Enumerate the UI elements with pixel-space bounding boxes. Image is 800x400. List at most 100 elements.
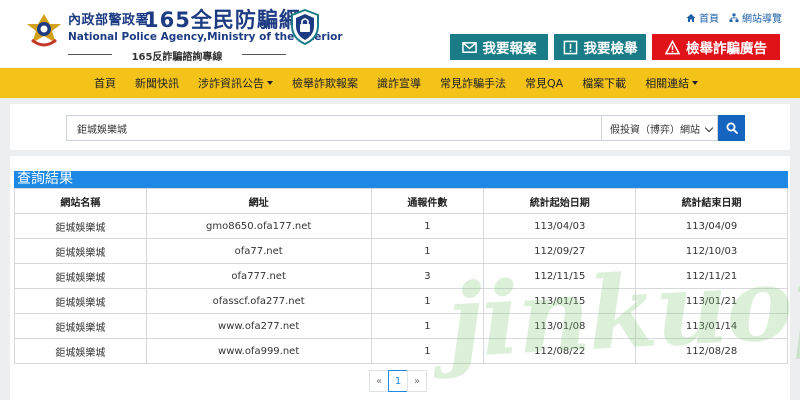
sitemap-link-label: 網站導覽 [742, 14, 782, 25]
nav-item-awareness[interactable]: 識詐宣導 [377, 75, 421, 91]
main-nav: 首頁 新聞快訊 涉詐資訊公告 檢舉詐欺報案 識詐宣導 常見詐騙手法 常見QA 檔… [0, 68, 800, 98]
table-header-row: 網站名稱 網址 通報件數 統計起始日期 統計結束日期 [14, 188, 788, 214]
pagination-page-current[interactable]: 1 [388, 370, 408, 392]
pagination-next[interactable]: » [407, 370, 427, 392]
cell-site-name: 鉅城娛樂城 [14, 313, 147, 339]
cell-site-name: 鉅城娛樂城 [14, 338, 147, 364]
nav-item-label: 識詐宣導 [377, 77, 421, 90]
sitemap-icon [729, 13, 739, 22]
results-table: 網站名稱 網址 通報件數 統計起始日期 統計結束日期 鉅城娛樂城 gmo8650… [14, 188, 788, 364]
nav-item-label: 首頁 [94, 77, 116, 90]
warning-triangle-icon [665, 39, 680, 54]
nav-item-report-fraud[interactable]: 檢舉詐欺報案 [292, 75, 358, 91]
cell-end-date: 112/11/21 [635, 263, 788, 289]
cell-report-count: 1 [370, 238, 485, 264]
cell-start-date: 112/08/22 [483, 338, 637, 364]
nav-item-label: 相關連結 [645, 77, 690, 90]
cell-report-count: 1 [370, 213, 485, 239]
home-icon [686, 13, 696, 22]
nav-item-news[interactable]: 新聞快訊 [135, 75, 179, 91]
cell-report-count: 1 [370, 313, 485, 339]
cell-end-date: 113/04/09 [635, 213, 788, 239]
divider [242, 54, 286, 55]
nav-item-home[interactable]: 首頁 [94, 75, 116, 91]
results-panel: 查詢結果 網站名稱 網址 通報件數 統計起始日期 統計結束日期 鉅城娛樂城 gm… [10, 156, 790, 400]
cell-url: www.ofa999.net [145, 338, 372, 364]
utility-links: 首頁 網站導覽 [686, 10, 782, 25]
column-header-report-count: 通報件數 [370, 188, 485, 214]
report-tip-label: 我要檢舉 [583, 41, 638, 57]
agency-name: 內政部警政署 [68, 13, 150, 28]
envelope-icon [461, 41, 477, 53]
column-header-site-name: 網站名稱 [14, 188, 147, 214]
report-fraud-ad-label: 檢舉詐騙廣告 [686, 41, 767, 57]
chevron-down-icon [704, 123, 714, 133]
hotline-text: 165反詐騙諮詢專線 [131, 52, 223, 63]
home-link-label: 首頁 [699, 14, 719, 25]
nav-item-label: 新聞快訊 [135, 77, 179, 90]
report-case-button[interactable]: 我要報案 [450, 34, 548, 60]
table-row: 鉅城娛樂城 ofa77.net 1 112/09/27 112/10/03 [14, 238, 788, 264]
nav-item-label: 涉詐資訊公告 [198, 77, 264, 90]
nav-item-downloads[interactable]: 檔案下載 [582, 75, 626, 91]
table-row: 鉅城娛樂城 www.ofa999.net 1 112/08/22 112/08/… [14, 338, 788, 364]
exclamation-square-icon [563, 40, 577, 54]
report-case-label: 我要報案 [482, 41, 537, 57]
search-icon [726, 122, 738, 134]
pagination: « 1 » [369, 370, 427, 392]
cell-report-count: 1 [370, 338, 485, 364]
cell-url: ofa77.net [145, 238, 372, 264]
site-name[interactable]: 165全民防騙網 [144, 4, 301, 34]
table-row: 鉅城娛樂城 www.ofa277.net 1 113/01/08 113/01/… [14, 313, 788, 339]
cell-end-date: 112/10/03 [635, 238, 788, 264]
report-tip-button[interactable]: 我要檢舉 [554, 34, 646, 60]
site-header: 內政部警政署 165全民防騙網 National Police Agency,M… [0, 0, 800, 68]
cell-start-date: 112/11/15 [483, 263, 637, 289]
column-header-url: 網址 [145, 188, 372, 214]
cell-report-count: 3 [370, 263, 485, 289]
home-link[interactable]: 首頁 [686, 10, 719, 25]
search-button[interactable] [718, 115, 745, 141]
cell-end-date: 113/01/21 [635, 288, 788, 314]
sitemap-link[interactable]: 網站導覽 [729, 10, 782, 25]
cell-start-date: 113/01/15 [483, 288, 637, 314]
table-row: 鉅城娛樂城 ofasscf.ofa277.net 1 113/01/15 113… [14, 288, 788, 314]
table-row: 鉅城娛樂城 ofa777.net 3 112/11/15 112/11/21 [14, 263, 788, 289]
nav-item-common-scams[interactable]: 常見詐騙手法 [440, 75, 506, 91]
nav-item-label: 常見詐騙手法 [440, 77, 506, 90]
police-emblem-icon[interactable] [24, 10, 64, 50]
cell-url: ofa777.net [145, 263, 372, 289]
nav-item-related-links[interactable]: 相關連結 [645, 75, 699, 91]
report-fraud-ad-button[interactable]: 檢舉詐騙廣告 [652, 34, 780, 60]
cell-report-count: 1 [370, 288, 485, 314]
nav-item-faq[interactable]: 常見QA [525, 75, 563, 91]
nav-item-label: 檢舉詐欺報案 [292, 77, 358, 90]
shield-lock-icon [291, 9, 319, 45]
results-title: 查詢結果 [14, 171, 788, 188]
category-select[interactable]: 假投資（博弈）網站 [601, 115, 718, 141]
pagination-prev[interactable]: « [369, 370, 389, 392]
chevron-down-icon [267, 81, 273, 85]
cell-url: gmo8650.ofa177.net [145, 213, 372, 239]
cell-site-name: 鉅城娛樂城 [14, 288, 147, 314]
cell-start-date: 113/04/03 [483, 213, 637, 239]
cell-url: ofasscf.ofa277.net [145, 288, 372, 314]
column-header-start-date: 統計起始日期 [483, 188, 637, 214]
cell-site-name: 鉅城娛樂城 [14, 213, 147, 239]
cell-start-date: 112/09/27 [483, 238, 637, 264]
chevron-down-icon [692, 81, 699, 85]
divider [68, 54, 112, 55]
search-input[interactable] [66, 115, 602, 141]
cell-url: www.ofa277.net [145, 313, 372, 339]
nav-item-label: 檔案下載 [582, 77, 627, 90]
cell-end-date: 112/08/28 [635, 338, 788, 364]
nav-item-label: 常見QA [525, 77, 564, 90]
search-panel: 假投資（博弈）網站 [10, 104, 790, 150]
category-select-value: 假投資（博弈）網站 [610, 124, 700, 136]
table-row: 鉅城娛樂城 gmo8650.ofa177.net 1 113/04/03 113… [14, 213, 788, 239]
cell-end-date: 113/01/14 [635, 313, 788, 339]
nav-item-fraud-info[interactable]: 涉詐資訊公告 [198, 75, 273, 91]
hotline-tagline: 165反詐騙諮詢專線 [68, 48, 286, 63]
cell-start-date: 113/01/08 [483, 313, 637, 339]
cell-site-name: 鉅城娛樂城 [14, 238, 147, 264]
